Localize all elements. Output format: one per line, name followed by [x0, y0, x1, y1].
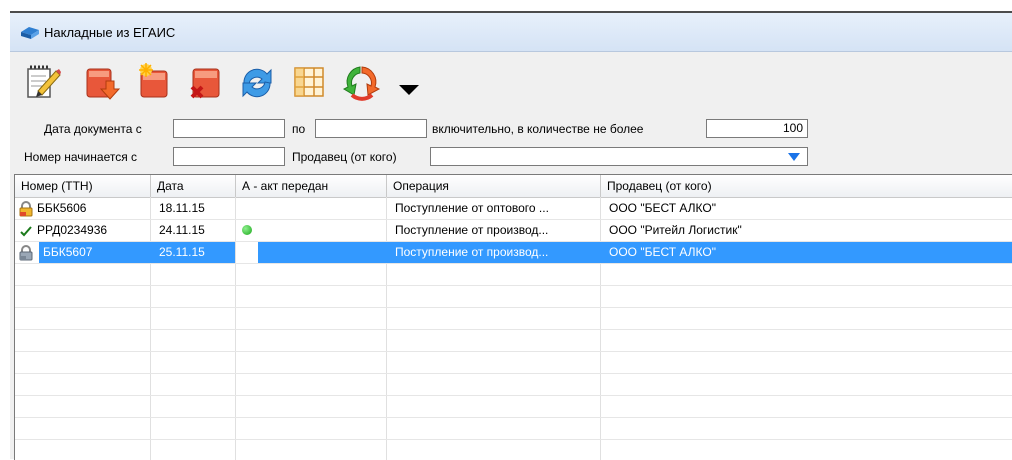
date-to-field[interactable] [315, 119, 427, 138]
lock-gray-icon [18, 245, 34, 261]
send-recycle-icon[interactable] [340, 61, 382, 103]
cell-act [236, 220, 386, 241]
lock-icon [18, 201, 34, 217]
new-document-icon[interactable] [132, 61, 174, 103]
window-title: Накладные из ЕГАИС [44, 25, 176, 40]
limit-field[interactable]: 100 [706, 119, 808, 138]
date-to-label: по [292, 122, 306, 136]
column-header-operation[interactable]: Операция [387, 175, 601, 197]
cell-seller: ООО "БЕСТ АЛКО" [609, 245, 716, 259]
dropdown-arrow-icon[interactable] [394, 61, 424, 103]
edit-notepad-icon[interactable] [20, 61, 62, 103]
date-from-field[interactable] [173, 119, 285, 138]
toolbar [10, 53, 1012, 113]
table-row[interactable]: ББК5606 18.11.15 Поступление от оптового… [15, 198, 1012, 219]
cell-operation: Поступление от оптового ... [395, 201, 549, 215]
outer-frame-top [10, 0, 1012, 13]
grid-line [15, 395, 1012, 396]
cell-number: ББК5607 [43, 245, 93, 259]
import-down-icon[interactable] [80, 61, 122, 103]
seller-label: Продавец (от кого) [292, 150, 397, 164]
seller-select[interactable] [430, 147, 808, 166]
cell-date: 18.11.15 [159, 201, 205, 215]
check-icon [18, 223, 34, 239]
grid-line [15, 351, 1012, 352]
cell-number: ББК5606 [37, 201, 87, 215]
grid-line [15, 263, 1012, 264]
grid-line [15, 307, 1012, 308]
refresh-icon[interactable] [236, 61, 278, 103]
number-label: Номер начинается с [24, 150, 138, 164]
grid-line [15, 285, 1012, 286]
cell-date: 25.11.15 [159, 245, 205, 259]
cell-operation: Поступление от производ... [395, 245, 549, 259]
cell-date: 24.11.15 [159, 223, 205, 237]
grid-line [15, 329, 1012, 330]
limit-label: включительно, в количестве не более [432, 122, 644, 136]
cell-seller: ООО "БЕСТ АЛКО" [609, 201, 716, 215]
cell-number: РРД0234936 [37, 223, 108, 237]
cell-operation: Поступление от производ... [395, 223, 549, 237]
column-header-date[interactable]: Дата [151, 175, 236, 197]
status-green-dot [242, 225, 252, 235]
grid-line [15, 417, 1012, 418]
table-row-selected[interactable]: ББК5607 25.11.15 Поступление от производ… [15, 242, 1012, 263]
table-header: Номер (ТТН) Дата А - акт передан Операци… [15, 175, 1012, 198]
table-row[interactable]: РРД0234936 24.11.15 Поступление от произ… [15, 220, 1012, 241]
date-from-label: Дата документа с [44, 122, 142, 136]
title-bar: Накладные из ЕГАИС [10, 13, 1012, 52]
chevron-down-icon[interactable] [788, 153, 800, 161]
column-header-seller[interactable]: Продавец (от кого) [601, 175, 1012, 197]
invoices-table: Номер (ТТН) Дата А - акт передан Операци… [14, 174, 1012, 460]
columns-grid-icon[interactable] [288, 61, 330, 103]
cell-seller: ООО "Ритейл Логистик" [609, 223, 742, 237]
column-header-number[interactable]: Номер (ТТН) [15, 175, 151, 197]
delete-document-icon[interactable] [184, 61, 226, 103]
grid-line [15, 373, 1012, 374]
grid-line [15, 439, 1012, 440]
column-header-act[interactable]: А - акт передан [236, 175, 387, 197]
egais-app-icon [20, 26, 40, 40]
number-field[interactable] [173, 147, 285, 166]
